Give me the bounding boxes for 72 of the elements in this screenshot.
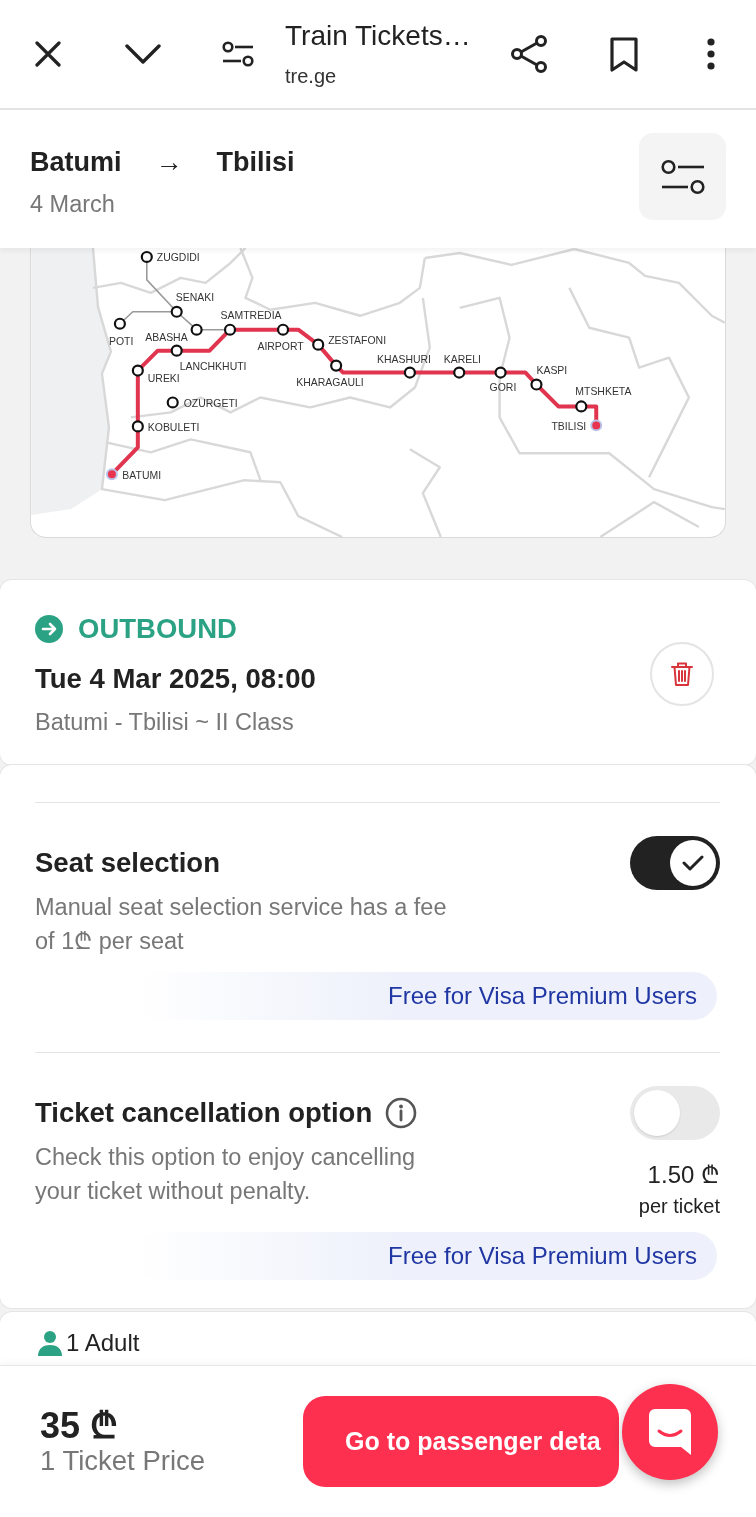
option-title: Ticket cancellation option bbox=[35, 1097, 373, 1129]
station-label: ZUGDIDI bbox=[156, 251, 200, 263]
option-title: Seat selection bbox=[35, 847, 220, 879]
station-ring-icon bbox=[131, 420, 144, 433]
page-url: tre.ge bbox=[285, 64, 337, 89]
departure-datetime: Tue 4 Mar 2025, 08:00 bbox=[35, 663, 316, 695]
info-icon[interactable] bbox=[385, 1097, 418, 1129]
continue-button[interactable]: Go to passenger deta bbox=[303, 1396, 619, 1487]
price-caption: 1 Ticket Price bbox=[40, 1444, 206, 1477]
trash-icon bbox=[670, 661, 694, 687]
option-description: Manual seat selection service has a fee of 1₾ per seat bbox=[35, 893, 448, 956]
travel-date: 4 March bbox=[30, 190, 115, 218]
station-label: GORI bbox=[489, 381, 517, 393]
station-label: BATUMI bbox=[122, 470, 162, 482]
station-label: SAMTREDIA bbox=[220, 309, 282, 321]
origin-city: Batumi bbox=[30, 146, 122, 178]
toggle-switch[interactable] bbox=[630, 1086, 720, 1140]
destination-city: Tbilisi bbox=[216, 146, 295, 178]
share-icon[interactable] bbox=[509, 35, 548, 73]
station-label: ABASHA bbox=[145, 331, 188, 343]
station-ring-icon bbox=[330, 359, 343, 372]
station-label: POTI bbox=[108, 335, 134, 347]
journey-details: Batumi - Tbilisi ~ II Class bbox=[35, 709, 295, 735]
option-price: 1.50 ₾ bbox=[647, 1160, 720, 1190]
station-ring-icon bbox=[223, 323, 237, 336]
close-icon[interactable] bbox=[34, 41, 61, 67]
more-icon[interactable] bbox=[707, 38, 715, 70]
station-ring-icon bbox=[453, 366, 466, 379]
station-ring-icon bbox=[403, 366, 416, 379]
sliders-icon bbox=[660, 158, 705, 195]
station-ring-icon bbox=[575, 400, 588, 413]
station-ring-icon bbox=[312, 338, 325, 351]
chat-icon bbox=[649, 1409, 691, 1455]
station-ring-icon bbox=[494, 366, 507, 379]
station-label: OZURGETI bbox=[183, 398, 238, 410]
station-label: SENAKI bbox=[175, 291, 215, 303]
station-ring-icon bbox=[170, 344, 183, 357]
terminal-dot-icon bbox=[105, 468, 118, 481]
person-icon bbox=[38, 1330, 62, 1356]
arrow-circle-icon bbox=[35, 615, 63, 643]
toggle-switch[interactable] bbox=[630, 836, 720, 890]
terminal-dot-icon bbox=[590, 419, 603, 432]
passenger-count: 1 Adult bbox=[66, 1330, 140, 1356]
station-ring-icon bbox=[166, 396, 179, 409]
chevron-down-icon[interactable] bbox=[124, 44, 161, 64]
station-label: MTSHKETA bbox=[575, 386, 632, 398]
direction-label: OUTBOUND bbox=[78, 613, 237, 645]
station-label: UREKI bbox=[147, 372, 180, 384]
station-label: KARELI bbox=[443, 353, 481, 365]
route-arrow: → bbox=[155, 146, 183, 178]
total-price: 35 ₾ bbox=[40, 1406, 119, 1445]
page-title: Train Tickets… bbox=[285, 19, 471, 53]
filter-button[interactable] bbox=[639, 133, 726, 220]
station-label: AIRPORT bbox=[257, 340, 304, 352]
bookmark-icon[interactable] bbox=[608, 35, 639, 73]
station-ring-icon bbox=[530, 378, 543, 391]
station-label: ZESTAFONI bbox=[328, 334, 387, 346]
sliders-icon[interactable] bbox=[221, 41, 254, 67]
station-label: KHARAGAULI bbox=[296, 376, 364, 388]
station-ring-icon bbox=[131, 364, 144, 377]
station-label: LANCHKHUTI bbox=[179, 360, 247, 372]
station-ring-icon bbox=[276, 323, 290, 336]
check-icon bbox=[682, 855, 704, 871]
station-label: TBILISI bbox=[551, 421, 587, 433]
station-ring-icon bbox=[170, 305, 183, 318]
station-ring-icon bbox=[190, 323, 203, 336]
station-label: KASPI bbox=[536, 364, 568, 376]
station-label: KHASHURI bbox=[377, 353, 432, 365]
price-unit: per ticket bbox=[638, 1194, 720, 1218]
station-label: KOBULETI bbox=[147, 422, 200, 434]
option-description: Check this option to enjoy cancelling your ticket without penalty. bbox=[35, 1143, 417, 1206]
station-ring-icon bbox=[113, 317, 126, 330]
